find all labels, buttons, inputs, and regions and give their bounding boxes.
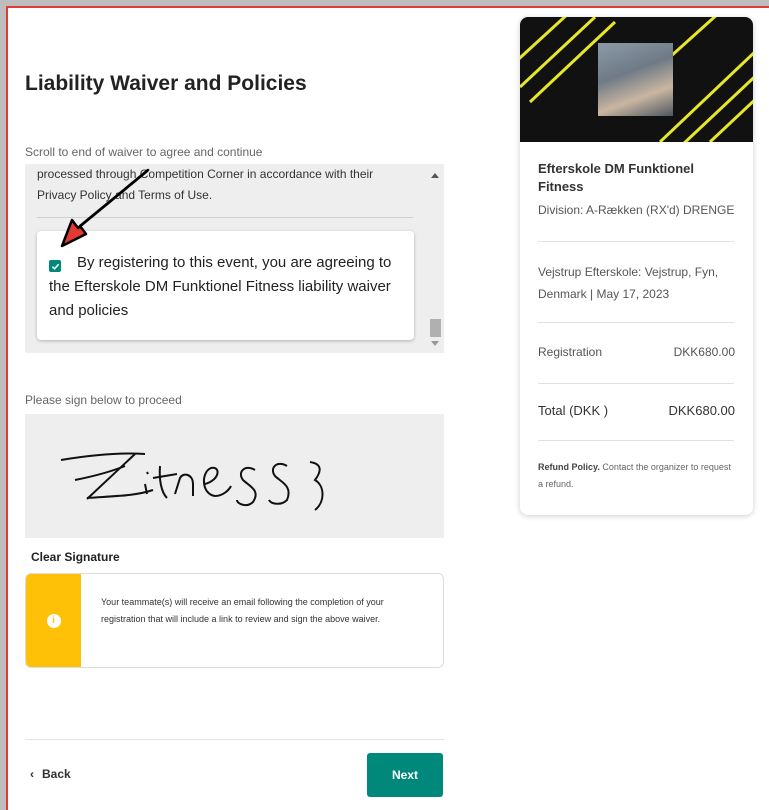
card-divider — [538, 241, 734, 242]
scroll-hint: Scroll to end of waiver to agree and con… — [25, 145, 263, 159]
card-divider — [538, 322, 734, 323]
scroll-down-arrow-icon[interactable] — [431, 341, 439, 346]
event-banner — [520, 17, 753, 142]
annotation-arrow-icon — [60, 168, 150, 248]
next-button[interactable]: Next — [367, 753, 443, 797]
total-value: DKK680.00 — [668, 403, 736, 418]
event-photo — [598, 43, 673, 116]
page-title: Liability Waiver and Policies — [25, 72, 307, 95]
handwritten-signature — [60, 452, 324, 511]
back-label: Back — [42, 767, 71, 781]
info-icon: i — [46, 613, 61, 628]
teammate-info-box: i Your teammate(s) will receive an email… — [25, 573, 444, 668]
event-name: Efterskole DM Funktionel Fitness — [538, 161, 695, 194]
info-strip: i — [26, 574, 81, 667]
signature-label: Please sign below to proceed — [25, 393, 182, 407]
total-label: Total (DKK ) — [538, 403, 609, 418]
waiver-scrollbar[interactable] — [427, 164, 444, 353]
agreement-text: By registering to this event, you are ag… — [49, 254, 392, 319]
clear-signature-button[interactable]: Clear Signature — [31, 550, 120, 564]
refund-policy: Refund Policy. Contact the organizer to … — [538, 459, 738, 493]
registration-value: DKK680.00 — [673, 345, 735, 359]
card-divider — [538, 440, 734, 441]
footer-divider — [25, 739, 444, 740]
event-summary-card: Efterskole DM Funktionel Fitness Divisio… — [520, 17, 753, 515]
chevron-left-icon: ‹ — [30, 767, 34, 781]
scroll-up-arrow-icon[interactable] — [431, 173, 439, 178]
event-location-date: Vejstrup Efterskole: Vejstrup, Fyn, Denm… — [538, 265, 719, 301]
scrollbar-thumb[interactable] — [430, 319, 441, 337]
signature-pad[interactable] — [25, 414, 444, 538]
info-text: Your teammate(s) will receive an email f… — [101, 597, 384, 624]
registration-label: Registration — [538, 345, 603, 359]
back-button[interactable]: ‹ Back — [30, 767, 71, 781]
event-division: Division: A-Rækken (RX'd) DRENGE — [538, 203, 735, 217]
refund-policy-title: Refund Policy. — [538, 462, 600, 472]
card-divider — [538, 383, 734, 384]
